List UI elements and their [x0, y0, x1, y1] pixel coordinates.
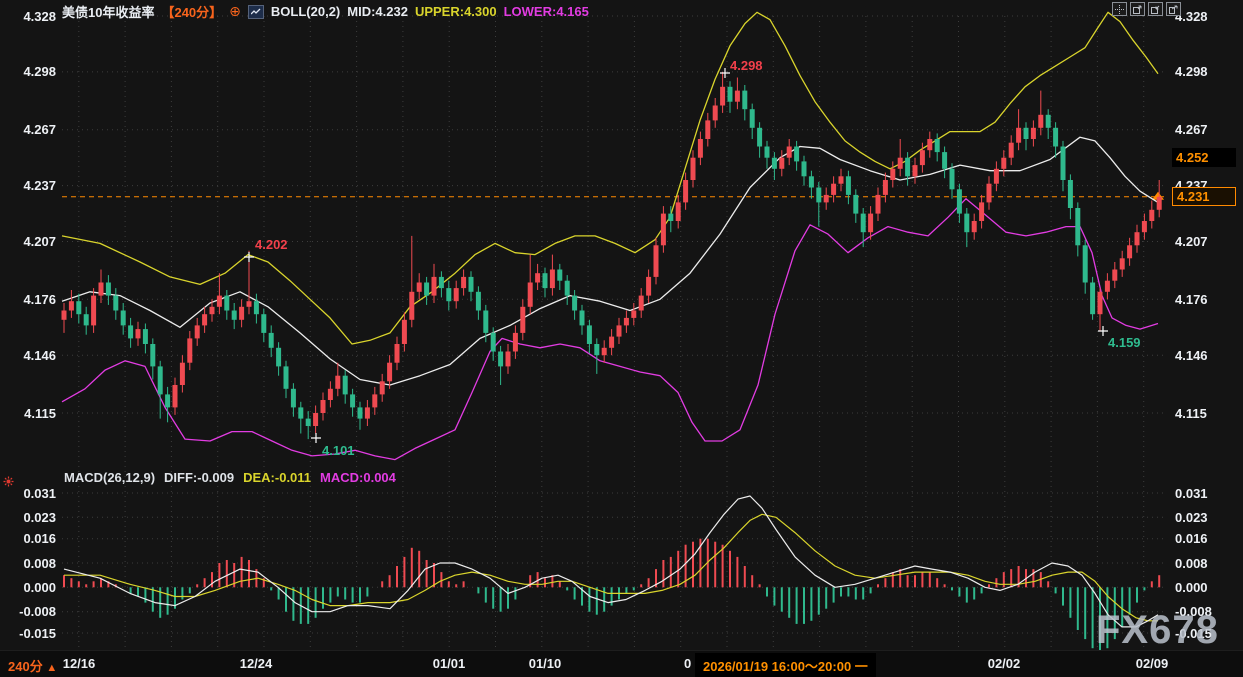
price-tick-label: 4.207	[0, 234, 56, 249]
macd-tick-label: -0.008	[0, 604, 56, 619]
last-price-badge: 4.231	[1172, 187, 1236, 206]
boll-upper-value: UPPER:4.300	[415, 4, 497, 19]
macd-tick-label: 0.016	[0, 531, 56, 546]
macd-tick-label: 0.008	[1175, 556, 1208, 571]
price-tick-label: 4.328	[0, 9, 56, 24]
boll-lower-value: LOWER:4.165	[504, 4, 589, 19]
boll-mid-value: MID:4.232	[347, 4, 408, 19]
macd-tick-label: 0.008	[0, 556, 56, 571]
interval-selector-label: 240分	[8, 659, 43, 674]
date-tick-label: 01/10	[529, 656, 562, 671]
macd-dea-value: DEA:-0.011	[243, 470, 311, 485]
price-tick-label: 4.115	[0, 406, 56, 421]
last-price-line	[62, 192, 1164, 200]
price-tick-label: 4.115	[1175, 406, 1207, 421]
clipped-date-label: 0	[684, 656, 691, 671]
indicator-icon[interactable]	[248, 5, 264, 19]
chart-application: 4.298 4.202 4.101 4.159 美债10年收益率 【240分】 ⊕ B…	[0, 0, 1243, 677]
macd-tick-label: 0.031	[1175, 486, 1208, 501]
date-tick-label: 02/02	[988, 656, 1021, 671]
price-tick-label: 4.146	[1175, 348, 1208, 363]
price-pane-header: 美债10年收益率 【240分】 ⊕ BOLL(20,2) MID:4.232 U…	[62, 2, 589, 21]
date-tick-label: 01/01	[433, 656, 466, 671]
macd-tick-label: 0.000	[0, 580, 56, 595]
boll-lower-line	[62, 199, 1158, 460]
chevron-up-icon: ▲	[46, 662, 57, 674]
upper-price-value: 4.252	[1176, 150, 1209, 165]
macd-tick-label: -0.015	[0, 626, 56, 641]
candles-layer	[62, 72, 1162, 439]
macd-tick-label: 0.023	[1175, 510, 1208, 525]
fx678-watermark: FX678	[1096, 608, 1219, 653]
macd-tick-label: 0.016	[1175, 531, 1208, 546]
macd-hist-value: MACD:0.004	[320, 470, 396, 485]
macd-pane-header: MACD(26,12,9) DIFF:-0.009 DEA:-0.011 MAC…	[64, 470, 396, 485]
symbol-title: 美债10年收益率	[62, 2, 154, 21]
crosshair-time-tooltip: 2026/01/19 16:00～20:00 一	[695, 653, 876, 677]
upper-price-badge: 4.252	[1172, 148, 1236, 167]
chart-canvas[interactable]: 4.298 4.202 4.101 4.159	[0, 0, 1243, 677]
extreme-price-label: 4.101	[322, 443, 355, 458]
macd-diff-value: DIFF:-0.009	[164, 470, 234, 485]
extreme-price-label: 4.202	[255, 237, 288, 252]
date-tick-label: 12/16	[63, 656, 96, 671]
price-tick-label: 4.298	[1175, 64, 1208, 79]
price-tick-label: 4.237	[0, 178, 56, 193]
price-tick-label: 4.146	[0, 348, 56, 363]
add-indicator-icon[interactable]: ⊕	[229, 3, 241, 20]
extreme-price-label: 4.159	[1108, 335, 1141, 350]
boll-mid-line	[62, 137, 1158, 385]
indicator-settings-icon[interactable]	[3, 474, 14, 492]
restore-zoom-icon[interactable]	[1166, 2, 1181, 16]
time-axis-bar: 240分 ▲ 12/1612/2401/0101/1002/0202/09 0 …	[0, 650, 1243, 677]
boll-label: BOLL(20,2)	[271, 4, 340, 19]
zoom-in-icon[interactable]	[1148, 2, 1163, 16]
price-tick-label: 4.176	[1175, 292, 1208, 307]
date-tick-label: 12/24	[240, 656, 273, 671]
price-tick-label: 4.267	[0, 122, 56, 137]
pan-icon[interactable]	[1112, 2, 1127, 16]
price-tick-label: 4.267	[1175, 122, 1208, 137]
extreme-price-label: 4.298	[730, 58, 763, 73]
price-tick-label: 4.176	[0, 292, 56, 307]
zoom-out-icon[interactable]	[1130, 2, 1145, 16]
price-annotations: 4.298 4.202 4.101 4.159	[244, 58, 1141, 458]
macd-histogram-layer	[64, 539, 1159, 655]
chart-toolbar	[1112, 2, 1181, 16]
diff-line	[64, 496, 1158, 627]
price-tick-label: 4.207	[1175, 234, 1208, 249]
last-price-value: 4.231	[1177, 189, 1210, 204]
price-tick-label: 4.298	[0, 64, 56, 79]
interval-selector[interactable]: 240分 ▲	[8, 656, 57, 675]
interval-label: 【240分】	[161, 2, 222, 21]
macd-tick-label: 0.000	[1175, 580, 1208, 595]
date-tick-label: 02/09	[1136, 656, 1169, 671]
grid-layer	[62, 16, 1164, 648]
macd-tick-label: 0.023	[0, 510, 56, 525]
macd-label: MACD(26,12,9)	[64, 470, 155, 485]
